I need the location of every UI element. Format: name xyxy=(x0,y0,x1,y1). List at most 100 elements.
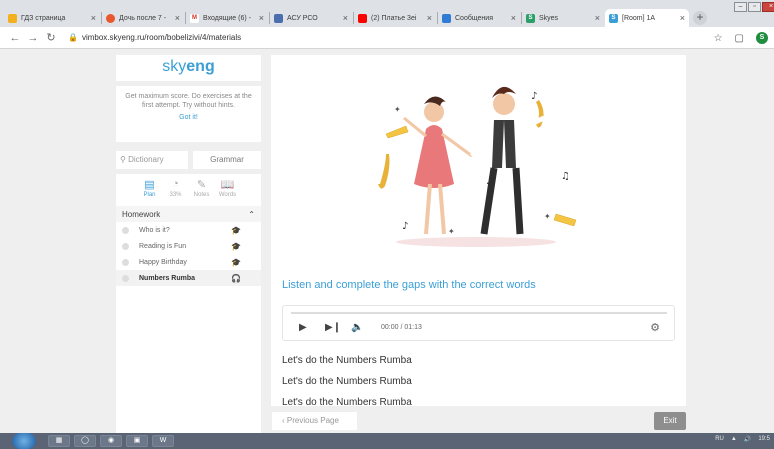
homework-item[interactable]: Reading is Fun 🎓 xyxy=(116,238,261,254)
volume-tray-icon[interactable]: 🔊 xyxy=(744,436,751,443)
mode-progress[interactable]: ◔ 33% xyxy=(163,178,189,198)
lyric-line: Let's do the Numbers Rumba xyxy=(282,376,412,387)
homework-item-label: Reading is Fun xyxy=(139,242,187,250)
notes-icon: ✎ xyxy=(196,179,207,191)
headphones-icon: 🎧 xyxy=(231,273,241,283)
browser-tab[interactable]: (2) Платье 3ei × xyxy=(354,9,436,27)
audio-time: 00:00 / 01:13 xyxy=(381,324,422,331)
browser-tab-active[interactable]: S [Room] 1A × xyxy=(605,9,689,27)
tab-title: АСУ РСО xyxy=(287,14,318,22)
chevron-left-icon: ‹ xyxy=(282,416,285,425)
got-it-link[interactable]: Got it! xyxy=(124,113,253,122)
os-taskbar: ▦ ◯ ◉ ▣ W RU ▲ 🔊 19:5 xyxy=(0,433,774,449)
homework-title: Homework xyxy=(122,209,161,219)
minimize-button[interactable]: – xyxy=(734,2,747,12)
previous-page-button[interactable]: ‹ Previous Page xyxy=(272,412,357,430)
words-icon: 📖 xyxy=(220,179,235,191)
mode-switcher: ▤ Plan ◔ 33% ✎ Notes 📖 Words xyxy=(116,174,261,198)
lyric-line: Let's do the Numbers Rumba xyxy=(282,355,412,366)
tab-close-icon[interactable]: × xyxy=(343,13,348,23)
homework-item-active[interactable]: Numbers Rumba 🎧 xyxy=(116,270,261,286)
progress-icon: ◔ xyxy=(172,178,179,190)
homework-header[interactable]: Homework ⌃ xyxy=(116,206,261,222)
tab-favicon-icon xyxy=(8,13,17,23)
chrome-taskbar-icon[interactable]: ◉ xyxy=(100,435,122,447)
new-tab-button[interactable]: + xyxy=(693,11,707,25)
audio-progress-bar[interactable] xyxy=(291,312,667,314)
svg-text:✦: ✦ xyxy=(448,227,455,236)
browser-tab-bar: ГДЗ страница × Дочь после 7 - × M Входящ… xyxy=(0,0,774,27)
mode-label: Notes xyxy=(193,192,210,198)
network-icon[interactable]: ▲ xyxy=(731,436,737,443)
exit-button[interactable]: Exit xyxy=(654,412,686,430)
bookmark-star-icon[interactable]: ☆ xyxy=(714,33,723,44)
back-button[interactable]: ← xyxy=(6,32,24,44)
reload-button[interactable]: ↻ xyxy=(42,31,60,44)
mode-notes[interactable]: ✎ Notes xyxy=(189,178,215,198)
url-field[interactable]: vimbox.skyeng.ru/room/bobelizivi/4/mater… xyxy=(82,33,241,42)
skyeng-favicon-icon: S xyxy=(609,13,618,23)
dictionary-search[interactable]: ⚲ Dictionary xyxy=(116,151,188,169)
tab-close-icon[interactable]: × xyxy=(91,13,96,23)
viber-taskbar-icon[interactable]: ◯ xyxy=(74,435,96,447)
tab-close-icon[interactable]: × xyxy=(427,13,432,23)
mode-label: Plan xyxy=(143,192,156,198)
grammar-button[interactable]: Grammar xyxy=(193,151,261,169)
skyes-favicon-icon: S xyxy=(526,13,535,23)
tab-close-icon[interactable]: × xyxy=(511,13,516,23)
sidebar-panel: ▤ Plan ◔ 33% ✎ Notes 📖 Words Homework ⌃ … xyxy=(116,174,261,444)
tab-close-icon[interactable]: × xyxy=(175,13,180,23)
tab-close-icon[interactable]: × xyxy=(259,13,264,23)
svg-text:♪: ♪ xyxy=(531,91,537,102)
homework-item-label: Numbers Rumba xyxy=(139,274,196,282)
graduation-cap-icon: 🎓 xyxy=(231,257,241,267)
explorer-taskbar-icon[interactable]: ▦ xyxy=(48,435,70,447)
plan-icon: ▤ xyxy=(144,179,155,191)
play-icon[interactable]: ▶ xyxy=(299,322,307,333)
homework-item-label: Who is it? xyxy=(139,226,170,234)
extensions-icon[interactable]: ▢ xyxy=(735,33,744,44)
tab-close-icon[interactable]: × xyxy=(595,13,600,23)
browser-tab[interactable]: АСУ РСО × xyxy=(270,9,352,27)
clock[interactable]: 19:5 xyxy=(758,436,770,443)
browser-tab[interactable]: S Skyes × xyxy=(522,9,604,27)
mode-label: 33% xyxy=(169,192,182,198)
maximize-button[interactable]: ▫ xyxy=(748,2,761,12)
page-content: skyeng Get maximum score. Do exercises a… xyxy=(0,49,774,444)
status-dot xyxy=(122,242,129,250)
profile-avatar[interactable]: S xyxy=(756,32,768,44)
tab-title: Дочь после 7 - xyxy=(119,14,167,22)
status-dot xyxy=(122,274,129,282)
svg-text:♪: ♪ xyxy=(402,221,408,232)
tab-favicon-icon xyxy=(274,13,283,23)
forward-button[interactable]: → xyxy=(24,32,42,44)
gear-icon[interactable]: ⚙ xyxy=(650,321,660,334)
youtube-icon xyxy=(358,13,367,23)
tab-title: ГДЗ страница xyxy=(21,14,66,22)
skip-forward-icon[interactable]: ▶❙ xyxy=(325,322,341,333)
status-dot xyxy=(122,226,129,234)
tab-title: Skyes xyxy=(539,14,559,22)
browser-tab[interactable]: M Входящие (6) - × xyxy=(186,9,268,27)
skyeng-logo[interactable]: skyeng xyxy=(116,55,261,81)
dictionary-placeholder: Dictionary xyxy=(128,155,164,164)
homework-item[interactable]: Happy Birthday 🎓 xyxy=(116,254,261,270)
volume-icon[interactable]: 🔈 xyxy=(351,322,363,333)
browser-tab[interactable]: Дочь после 7 - × xyxy=(102,9,184,27)
tab-title: Сообщения xyxy=(455,14,493,22)
word-taskbar-icon[interactable]: W xyxy=(152,435,174,447)
mode-words[interactable]: 📖 Words xyxy=(215,178,241,198)
browser-tab[interactable]: ГДЗ страница × xyxy=(4,9,100,27)
close-window-button[interactable]: × xyxy=(762,2,774,12)
homework-item[interactable]: Who is it? 🎓 xyxy=(116,222,261,238)
mode-plan[interactable]: ▤ Plan xyxy=(137,178,163,198)
svg-text:✦: ✦ xyxy=(544,212,551,221)
graduation-cap-icon: 🎓 xyxy=(231,241,241,251)
tab-close-icon[interactable]: × xyxy=(680,13,685,23)
browser-tab[interactable]: Сообщения × xyxy=(438,9,520,27)
language-indicator[interactable]: RU xyxy=(715,436,724,443)
app-taskbar-icon[interactable]: ▣ xyxy=(126,435,148,447)
logo-text-bold: eng xyxy=(186,58,215,75)
start-button[interactable] xyxy=(12,433,36,449)
tab-title: [Room] 1A xyxy=(622,14,656,22)
